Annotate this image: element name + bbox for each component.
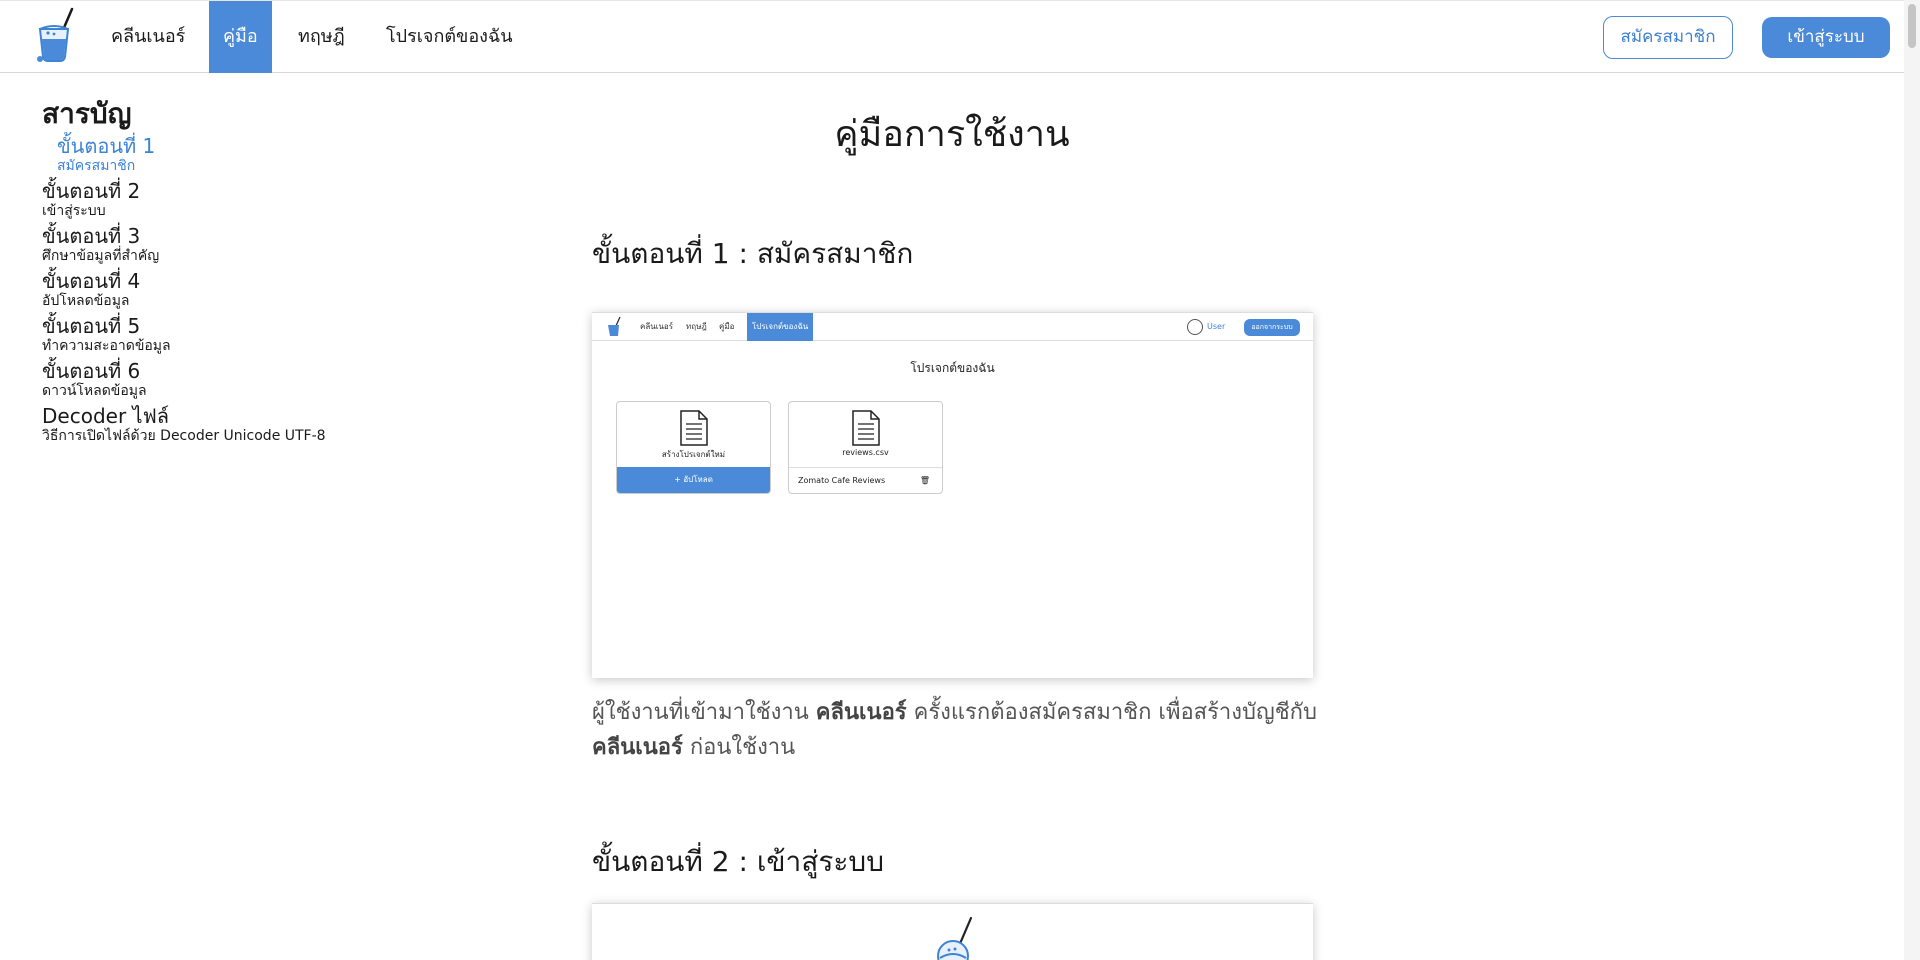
toc-step-2[interactable]: ขั้นตอนที่ 2 [42,180,140,202]
page-title: คู่มือการใช้งาน [834,114,1070,155]
toc-step-5[interactable]: ขั้นตอนที่ 5 [42,315,140,337]
mini-project-name: Zomato Cafe Reviews [798,476,886,485]
nav-cleaner[interactable]: คลีนเนอร์ [97,1,199,73]
step2-heading: ขั้นตอนที่ 2 : เข้าสู่ระบบ [592,845,884,878]
desc-text-2: ครั้งแรกต้องสมัครสมาชิก เพื่อสร้างบัญชีก… [906,700,1317,725]
mini-logo-icon [608,316,621,336]
desc-text-1: ผู้ใช้งานที่เข้ามาใช้งาน [592,700,816,725]
mini-nav-cleaner: คลีนเนอร์ [640,322,674,331]
desc-text-3: ก่อนใช้งาน [682,735,796,760]
mini-nav-theory: ทฤษฎี [686,322,707,331]
mini-nav-my-projects: โปรเจกต์ของฉัน [747,313,814,341]
desc-bold-1: คลีนเนอร์ [815,700,907,725]
mini-new-project-label: สร้างโปรเจกต์ใหม่ [661,450,726,459]
mini-new-project-card: สร้างโปรเจกต์ใหม่ + อัปโหลด [616,401,771,494]
nav-theory[interactable]: ทฤษฎี [284,1,359,73]
mini-file-footer: Zomato Cafe Reviews 🗑 [789,467,942,493]
mini-file-name: reviews.csv [842,448,889,457]
mini-user-label: User [1207,322,1226,331]
mini-logout-button: ออกจากระบบ [1244,319,1300,336]
top-navbar: คลีนเนอร์ คู่มือ ทฤษฎี โปรเจกต์ของฉัน สม… [0,0,1904,73]
document-icon [680,410,708,446]
mini-logo-icon [937,916,973,960]
mini-upload-button: + อัปโหลด [617,467,770,493]
mini-user-icon [1187,319,1203,335]
toc-step-3-desc[interactable]: ศึกษาข้อมูลที่สำคัญ [42,248,159,264]
mini-file-card: reviews.csv Zomato Cafe Reviews 🗑 [788,401,943,494]
scrollbar-thumb[interactable] [1908,4,1916,48]
toc-step-3[interactable]: ขั้นตอนที่ 3 [42,225,140,247]
mini-navbar: คลีนเนอร์ ทฤษฎี คู่มือ โปรเจกต์ของฉัน Us… [592,313,1313,341]
step2-screenshot [592,903,1313,960]
toc-step-2-desc[interactable]: เข้าสู่ระบบ [42,203,106,219]
step1-screenshot: คลีนเนอร์ ทฤษฎี คู่มือ โปรเจกต์ของฉัน Us… [592,312,1313,678]
signup-button[interactable]: สมัครสมาชิก [1603,16,1733,59]
nav-manual[interactable]: คู่มือ [209,1,272,73]
toc-step-6[interactable]: ขั้นตอนที่ 6 [42,360,140,382]
step1-heading: ขั้นตอนที่ 1 : สมัครสมาชิก [592,237,914,270]
toc-decoder[interactable]: Decoder ไฟล์ [42,405,169,427]
toc-step-4-desc[interactable]: อัปโหลดข้อมูล [42,293,130,309]
step1-description: ผู้ใช้งานที่เข้ามาใช้งาน คลีนเนอร์ ครั้ง… [592,695,1322,765]
cleaner-logo[interactable] [34,7,78,63]
toc-step-5-desc[interactable]: ทำความสะอาดข้อมูล [42,338,171,354]
toc-step-4[interactable]: ขั้นตอนที่ 4 [42,270,140,292]
desc-bold-2: คลีนเนอร์ [592,735,683,760]
toc-step-6-desc[interactable]: ดาวน์โหลดข้อมูล [42,383,147,399]
document-icon [852,410,880,446]
toc-decoder-desc[interactable]: วิธีการเปิดไฟล์ด้วย Decoder Unicode UTF-… [42,428,326,444]
page-scrollbar[interactable] [1904,0,1920,960]
nav-my-projects[interactable]: โปรเจกต์ของฉัน [372,1,527,73]
mini-page-title: โปรเจกต์ของฉัน [910,361,995,375]
login-button[interactable]: เข้าสู่ระบบ [1762,17,1890,58]
trash-icon: 🗑 [919,476,930,485]
mini-nav-manual: คู่มือ [719,322,735,331]
